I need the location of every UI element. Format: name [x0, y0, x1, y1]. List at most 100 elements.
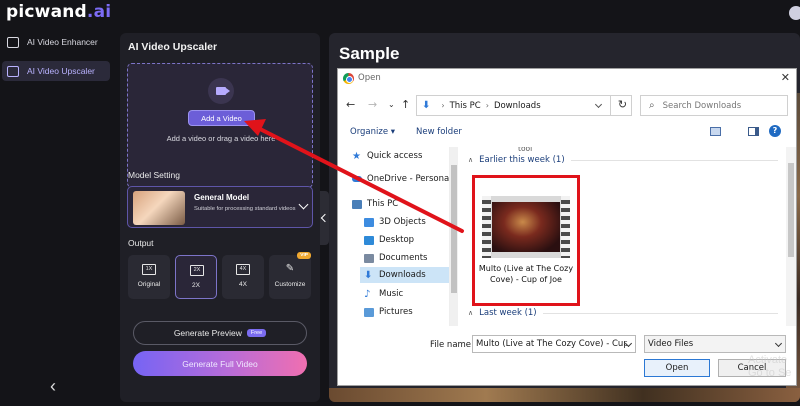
- nav-pictures[interactable]: Pictures: [364, 307, 413, 317]
- group-label: Earlier this week (1): [479, 155, 565, 165]
- search-input[interactable]: ⌕ Search Downloads: [640, 95, 788, 116]
- view-options-icon[interactable]: [710, 127, 721, 136]
- nav-label: This PC: [367, 199, 399, 209]
- scale-4x-icon: 4X: [236, 264, 250, 275]
- file-type-value: Video Files: [648, 339, 694, 349]
- panel-title: AI Video Upscaler: [128, 41, 218, 53]
- nav-desktop[interactable]: Desktop: [364, 235, 414, 245]
- star-icon: ★: [352, 150, 361, 162]
- up-arrow-icon[interactable]: ↑: [401, 98, 410, 111]
- generate-preview-button[interactable]: Generate Preview Free: [133, 321, 307, 345]
- music-icon: ♪: [364, 288, 371, 300]
- nav-music[interactable]: ♪ Music: [364, 289, 403, 299]
- pc-icon: [352, 199, 362, 209]
- close-icon[interactable]: ✕: [781, 71, 790, 84]
- chevron-down-icon: [774, 339, 783, 348]
- vip-badge: VIP: [297, 252, 311, 259]
- upscaler-panel: AI Video Upscaler Add a Video Add a vide…: [120, 33, 320, 402]
- new-folder-button[interactable]: New folder: [416, 127, 462, 137]
- nav-item-video-enhancer[interactable]: AI Video Enhancer: [2, 32, 110, 52]
- pictures-icon: [364, 307, 374, 317]
- preview-pane-icon[interactable]: [748, 127, 759, 136]
- recent-locations-icon[interactable]: ⌄: [388, 100, 395, 109]
- collapse-caret-icon: ∧: [468, 309, 474, 317]
- divider: [542, 312, 778, 314]
- file-type-select[interactable]: Video Files: [644, 335, 786, 353]
- logo-text: picwand: [6, 2, 87, 22]
- output-option-label: Customize: [274, 281, 306, 288]
- organize-button[interactable]: Organize ▾: [350, 127, 395, 137]
- output-option-label: Original: [137, 281, 161, 288]
- model-name: General Model: [194, 193, 250, 202]
- file-item-video[interactable]: Multo (Live at The Cozy Cove) - Cup of J…: [472, 175, 580, 306]
- dropzone-hint: Add a video or drag a video here: [166, 134, 276, 143]
- output-original-option[interactable]: 1X Original: [128, 255, 170, 299]
- forward-arrow-icon[interactable]: →: [368, 98, 377, 111]
- model-setting-label: Model Setting: [128, 170, 180, 180]
- search-icon: ⌕: [649, 100, 655, 111]
- nav-documents[interactable]: Documents: [364, 253, 427, 263]
- dialog-toolbar: Organize ▾ New folder ?: [338, 123, 796, 143]
- file-name-field[interactable]: Multo (Live at The Cozy Cove) - Cup: [472, 335, 636, 353]
- refresh-icon[interactable]: ↻: [610, 95, 634, 116]
- nav-label: Documents: [379, 253, 428, 263]
- nav-this-pc[interactable]: This PC: [352, 199, 398, 209]
- address-bar[interactable]: ⬇ › This PC › Downloads: [416, 95, 632, 116]
- dialog-titlebar[interactable]: Open ✕: [338, 69, 796, 89]
- file-list-scrollbar[interactable]: [786, 147, 796, 326]
- dialog-title: Open: [358, 73, 381, 83]
- chevron-down-icon[interactable]: [594, 100, 603, 109]
- help-icon[interactable]: ?: [769, 125, 781, 137]
- download-icon: ⬇: [364, 269, 373, 281]
- free-badge: Free: [246, 329, 267, 337]
- activate-windows-watermark: Activate Go to Se: [748, 354, 791, 379]
- output-4x-option[interactable]: 4X 4X: [222, 255, 264, 299]
- nav-label: Quick access: [367, 151, 423, 161]
- scrollbar-thumb[interactable]: [451, 165, 457, 293]
- generate-preview-label: Generate Preview: [173, 328, 242, 338]
- enhance-icon: [7, 36, 19, 48]
- scale-2x-icon: 2X: [190, 265, 204, 276]
- search-placeholder: Search Downloads: [662, 100, 742, 111]
- film-strip-icon: [482, 196, 491, 258]
- output-2x-option[interactable]: 2X 2X: [175, 255, 217, 299]
- back-arrow-icon[interactable]: ←: [346, 98, 355, 111]
- add-video-button[interactable]: Add a Video: [188, 110, 255, 126]
- film-strip-icon: [561, 196, 570, 258]
- picwand-logo[interactable]: picwand.ai: [6, 2, 111, 22]
- navigation-pane: ★ Quick access OneDrive - Persona This PC…: [338, 147, 450, 326]
- file-name-value: Multo (Live at The Cozy Cove) - Cup: [476, 339, 629, 349]
- model-description: Suitable for processing standard videos: [194, 206, 296, 212]
- file-name-label: File name:: [430, 340, 474, 350]
- group-header-earlier-this-week[interactable]: ∧ Earlier this week (1): [468, 155, 778, 165]
- model-select[interactable]: General Model Suitable for processing st…: [127, 186, 313, 228]
- desktop-icon: [364, 235, 374, 245]
- nav-label: Downloads: [379, 270, 426, 280]
- video-frame: [492, 202, 560, 252]
- back-arrow-icon[interactable]: ‹: [50, 376, 56, 397]
- scrollbar-thumb[interactable]: [788, 163, 794, 257]
- nav-label: 3D Objects: [379, 217, 426, 227]
- upscale-icon: [7, 65, 19, 77]
- nav-pane-scrollbar[interactable]: [450, 147, 458, 326]
- chrome-icon: [343, 73, 354, 84]
- breadcrumb-this-pc[interactable]: This PC: [450, 101, 481, 111]
- nav-downloads[interactable]: ⬇ Downloads: [360, 267, 449, 283]
- file-list: tool ∧ Earlier this week (1) Multo (Live…: [460, 147, 786, 326]
- user-avatar-icon[interactable]: [789, 6, 800, 20]
- generate-full-video-button[interactable]: Generate Full Video: [133, 351, 307, 376]
- logo-suffix: .ai: [86, 2, 112, 22]
- nav-label: OneDrive - Persona: [367, 174, 450, 184]
- collapse-caret-icon: ∧: [468, 156, 474, 164]
- output-customize-option[interactable]: ✎ Customize VIP: [269, 252, 311, 299]
- collapse-panel-toggle[interactable]: [320, 191, 329, 245]
- divider: [570, 159, 778, 161]
- nav-3d-objects[interactable]: 3D Objects: [364, 217, 426, 227]
- breadcrumb-downloads[interactable]: Downloads: [494, 101, 541, 111]
- group-label: Last week (1): [479, 308, 537, 318]
- group-header-last-week[interactable]: ∧ Last week (1): [468, 308, 778, 318]
- nav-item-video-upscaler[interactable]: AI Video Upscaler: [2, 61, 110, 81]
- nav-quick-access[interactable]: ★ Quick access: [352, 151, 422, 161]
- nav-onedrive[interactable]: OneDrive - Persona: [352, 174, 449, 184]
- open-button[interactable]: Open: [644, 359, 710, 377]
